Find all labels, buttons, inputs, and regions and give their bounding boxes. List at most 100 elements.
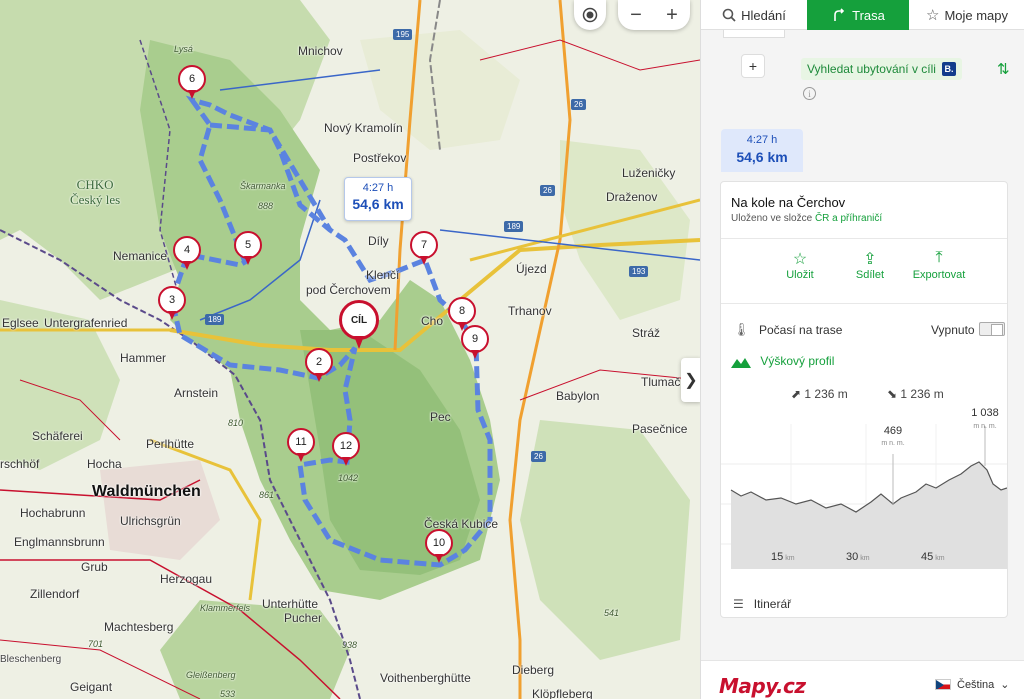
place-unterhutte: Unterhütte — [262, 597, 319, 611]
road-189-b: 189 — [205, 314, 225, 325]
place-pod-cerchovem: pod Čerchovem — [306, 283, 391, 297]
place-gleissenberg: Gleißenberg — [186, 670, 236, 680]
app-root: Mnichov Nový Kramolín Postřekov Luženičk… — [0, 0, 1024, 699]
zoom-in-button[interactable]: + — [654, 0, 690, 30]
elevation-profile-header[interactable]: Výškový profil — [731, 354, 834, 368]
road-195: 195 — [393, 29, 413, 40]
route-summary-distance: 54,6 km — [736, 149, 788, 165]
place-mnichov: Mnichov — [298, 44, 343, 58]
chevron-down-icon: ⌄ — [1000, 679, 1010, 691]
place-trhanov: Trhanov — [508, 304, 552, 318]
place-grub: Grub — [81, 560, 108, 574]
swap-icon[interactable]: ⇅ — [997, 60, 1010, 78]
elevation-max-unit: m n. m. — [973, 423, 996, 430]
thermometer-icon: 🌡 — [733, 322, 750, 337]
language-selector[interactable]: Čeština ⌄ — [935, 678, 1010, 691]
place-arnstein: Arnstein — [174, 386, 219, 400]
route-icon — [834, 8, 845, 21]
itinerary-button[interactable]: ☰ Itinerář — [733, 597, 791, 611]
place-herzogau: Herzogau — [160, 572, 213, 586]
tab-search-label: Hledání — [741, 7, 786, 23]
zoom-out-button[interactable]: − — [618, 0, 654, 30]
arrow-up-right-icon: ⬈ — [791, 387, 802, 401]
route-bubble-distance: 54,6 km — [352, 196, 404, 212]
route-marker-3[interactable]: 3 — [158, 286, 186, 322]
tab-my-maps[interactable]: ☆ Moje mapy — [909, 0, 1024, 30]
place-chodov: Cho — [421, 314, 444, 328]
divider — [721, 303, 1007, 304]
elevation-max-label: 1 038 — [971, 407, 999, 419]
peak-541: 541 — [604, 608, 620, 618]
peak-938: 938 — [342, 640, 358, 650]
route-summary-time: 4:27 h — [746, 134, 778, 146]
accommodation-link-label: Vyhledat ubytování v cíli — [807, 62, 936, 76]
route-marker-7[interactable]: 7 — [410, 231, 438, 267]
export-label: Exportovat — [912, 269, 966, 281]
arrow-down-right-icon: ⬊ — [887, 387, 898, 401]
search-icon — [722, 8, 736, 22]
mountain-icon — [731, 357, 751, 368]
place-englmannsbrunn: Englmannsbrunn — [14, 535, 105, 549]
panel-footer: Mapy.cz Čeština ⌄ — [701, 660, 1024, 699]
divider — [721, 238, 1007, 239]
place-ulrichsgrun: Ulrichsgrün — [120, 514, 181, 528]
tab-search[interactable]: Hledání — [701, 0, 807, 30]
place-novy-kramolin: Nový Kramolín — [324, 121, 403, 135]
peak-701: 701 — [88, 639, 104, 649]
place-straz: Stráž — [632, 326, 661, 340]
ascent-value: ⬈ 1 236 m — [791, 387, 848, 401]
route-marker-10[interactable]: 10 — [425, 529, 453, 565]
export-icon: ⤒ — [935, 249, 943, 266]
route-marker-4[interactable]: 4 — [173, 236, 201, 272]
marker-label: 9 — [461, 325, 489, 353]
route-marker-9[interactable]: 9 — [461, 325, 489, 361]
route-bubble[interactable]: 4:27 h 54,6 km — [344, 177, 412, 221]
road-26-b: 26 — [531, 451, 546, 462]
place-voithenberghutte: Voithenberghütte — [380, 671, 471, 685]
map-canvas[interactable]: Mnichov Nový Kramolín Postřekov Luženičk… — [0, 0, 700, 699]
place-dieberg: Dieberg — [512, 663, 555, 677]
elevation-profile-chart[interactable]: 469 m n. m. 1 038 m n. m. 15 km 30 km 45 km — [721, 404, 1007, 589]
save-button[interactable]: ☆ Uložit — [765, 249, 835, 281]
place-schaferei: Schäferei — [32, 429, 83, 443]
share-label: Sdílet — [855, 269, 885, 281]
marker-label: CÍL — [339, 300, 379, 340]
previous-point-stub — [723, 30, 785, 38]
place-luzenicky: Luženičky — [622, 166, 676, 180]
route-detail-card: Na kole na Čerchov Uloženo ve složce ČR … — [720, 181, 1008, 618]
place-geigant: Geigant — [70, 680, 113, 694]
info-icon[interactable]: i — [803, 87, 816, 100]
star-icon: ☆ — [792, 251, 808, 268]
road-193: 193 — [629, 266, 649, 277]
peak-533: 533 — [220, 689, 236, 699]
language-label: Čeština — [957, 678, 995, 691]
peak-810: 810 — [228, 418, 244, 428]
collapse-panel-button[interactable]: ❯ — [681, 358, 700, 402]
add-point-button[interactable]: + — [741, 54, 765, 78]
weather-toggle[interactable] — [979, 322, 1005, 336]
place-klammerfels: Klammerfels — [200, 603, 251, 613]
peak-861: 861 — [259, 490, 275, 500]
place-pec: Pec — [430, 410, 451, 424]
marker-label: 11 — [287, 428, 315, 456]
mapy-logo[interactable]: Mapy.cz — [719, 674, 806, 698]
tab-route-label: Trasa — [852, 7, 885, 23]
route-marker-finish[interactable]: CÍL — [339, 300, 379, 354]
peak-1042: 1042 — [338, 473, 359, 483]
route-marker-11[interactable]: 11 — [287, 428, 315, 464]
tab-bar: Hledání Trasa ☆ Moje mapy — [701, 0, 1024, 30]
place-skarmanka: Škarmanka — [240, 181, 286, 191]
route-marker-5[interactable]: 5 — [234, 231, 262, 267]
route-summary-chip[interactable]: 4:27 h 54,6 km — [721, 129, 803, 172]
itinerary-label: Itinerář — [753, 597, 792, 611]
marker-label: 12 — [332, 432, 360, 460]
route-marker-12[interactable]: 12 — [332, 432, 360, 468]
accommodation-link[interactable]: Vyhledat ubytování v cíli B. — [801, 58, 962, 80]
route-marker-6[interactable]: 6 — [178, 65, 206, 101]
route-folder-link[interactable]: ČR a příhraničí — [815, 213, 882, 224]
route-marker-2[interactable]: 2 — [305, 348, 333, 384]
place-klenci: Klenčí — [366, 268, 400, 282]
export-button[interactable]: ⤒ Exportovat — [904, 249, 974, 281]
tab-route[interactable]: Trasa — [807, 0, 909, 30]
share-button[interactable]: ⇪ Sdílet — [835, 249, 905, 281]
